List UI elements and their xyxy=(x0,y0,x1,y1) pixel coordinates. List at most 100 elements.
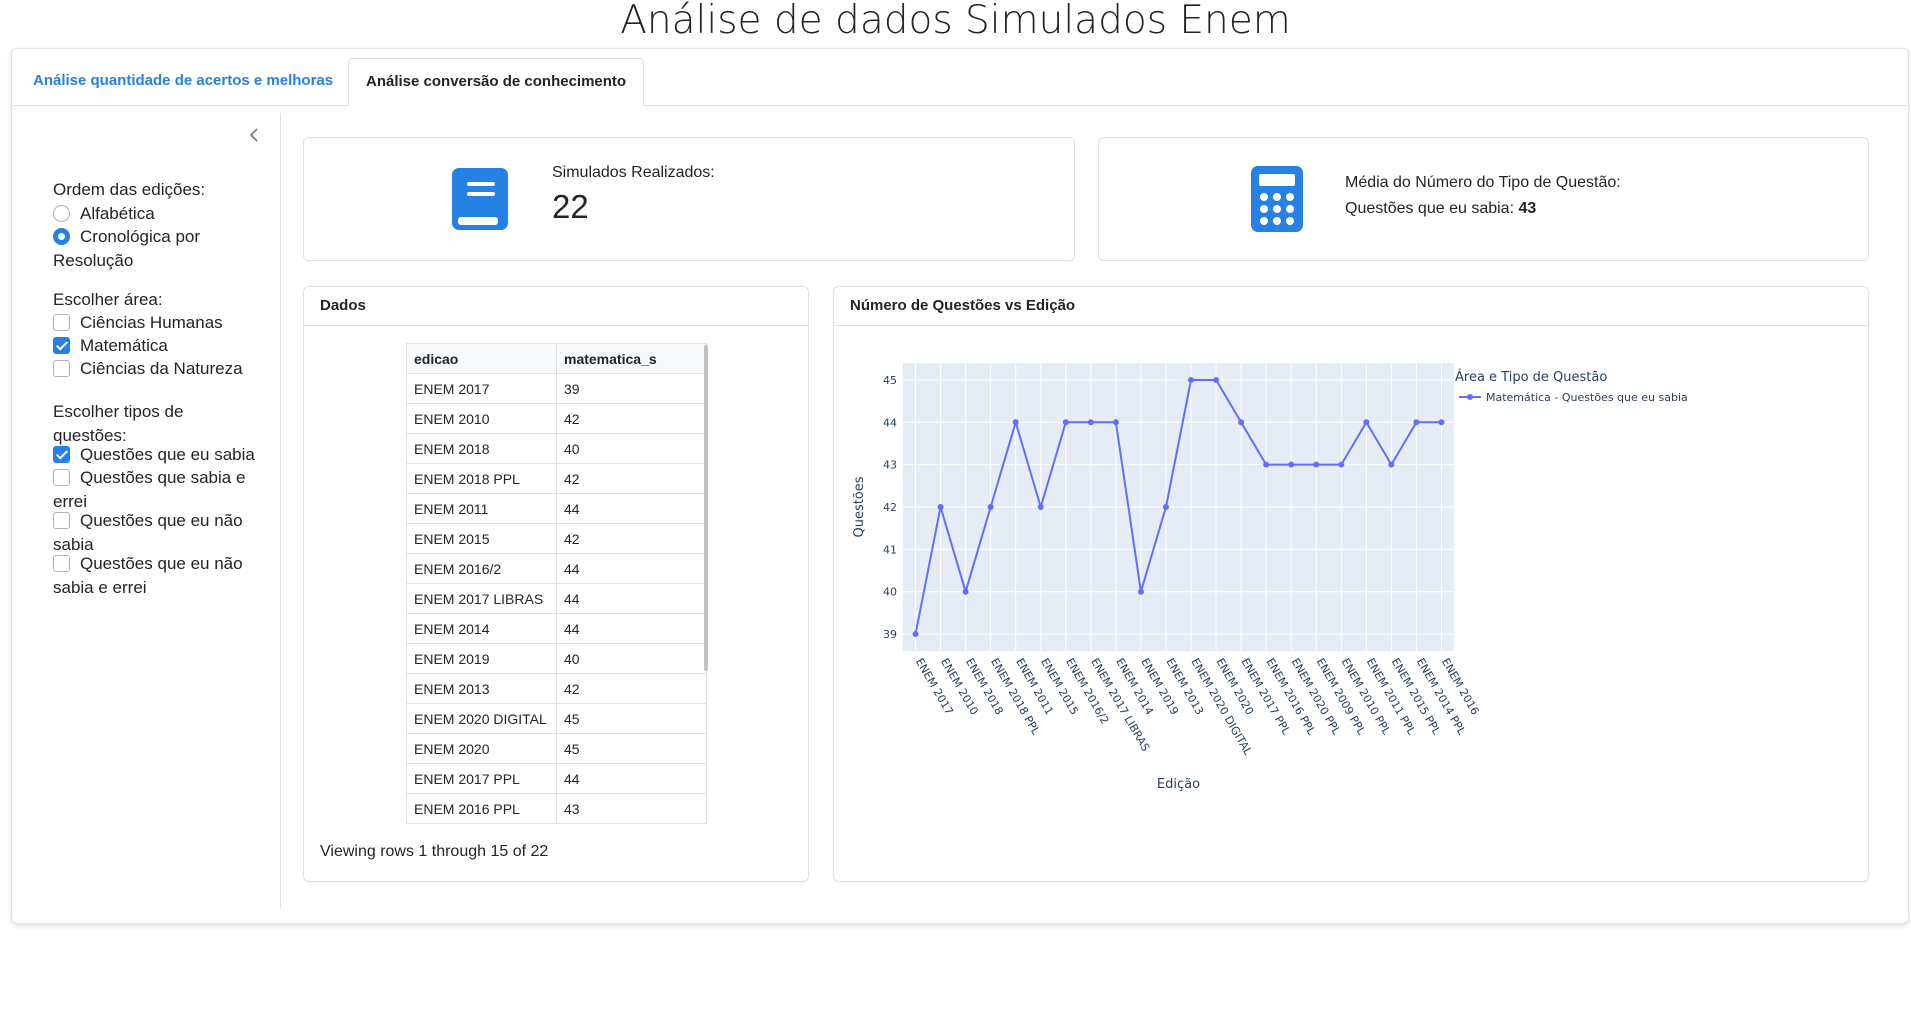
main-card: Análise quantidade de acertos e melhoras… xyxy=(11,48,1909,924)
table-row[interactable]: ENEM 2019 40 xyxy=(406,643,707,674)
media-line: Questões que eu sabia: 43 xyxy=(1345,200,1536,218)
data-table-card: Dados edicao matematica_s ENEM 2017 39 ENE… xyxy=(303,286,809,882)
page-title: Análise de dados Simulados Enem xyxy=(620,0,1291,43)
option-label: Ciências Humanas xyxy=(80,313,223,332)
type-option-sabia[interactable]: Questões que eu sabia xyxy=(53,443,268,467)
option-label: Questões que eu não sabia e errei xyxy=(53,554,243,597)
chart-header: Número de Questões vs Edição xyxy=(834,287,1868,326)
checkbox[interactable] xyxy=(53,360,70,377)
data-point xyxy=(1062,419,1069,426)
table-row[interactable]: ENEM 2016 PPL 43 xyxy=(406,793,707,824)
area-option-matematica[interactable]: Matemática xyxy=(53,334,268,358)
cell-edicao: ENEM 2013 xyxy=(406,673,557,704)
checkbox[interactable] xyxy=(53,555,70,572)
y-tick-label: 40 xyxy=(883,586,897,599)
table-row[interactable]: ENEM 2018 PPL 42 xyxy=(406,463,707,494)
cell-edicao: ENEM 2015 xyxy=(406,523,557,554)
tab-acertos-melhoras[interactable]: Análise quantidade de acertos e melhoras xyxy=(16,58,350,104)
media-title: Média do Número do Tipo de Questão: xyxy=(1345,174,1621,191)
type-option-nao-sabia[interactable]: Questões que eu não sabia xyxy=(53,509,258,557)
chart-card: Número de Questões vs Edição 39 40 41 42 43 4… xyxy=(833,286,1869,882)
area-option-humanas[interactable]: Ciências Humanas xyxy=(53,311,268,335)
legend-entry: Matemática - Questões que eu sabia xyxy=(1486,391,1688,404)
checkbox[interactable] xyxy=(53,469,70,486)
cell-edicao: ENEM 2017 PPL xyxy=(406,763,557,794)
y-tick-label: 43 xyxy=(883,459,897,472)
data-point xyxy=(1413,419,1420,426)
order-option-alfabetica[interactable]: Alfabética xyxy=(53,202,268,226)
data-point xyxy=(1162,504,1169,510)
table-scrollbar[interactable] xyxy=(704,345,708,671)
simulados-value: 22 xyxy=(552,188,589,225)
table-row[interactable]: ENEM 2014 44 xyxy=(406,613,707,644)
x-axis-title: Edição xyxy=(1157,777,1200,792)
cell-edicao: ENEM 2016 PPL xyxy=(406,793,557,824)
data-point xyxy=(962,588,969,595)
table-row[interactable]: ENEM 2018 40 xyxy=(406,433,707,464)
data-point xyxy=(1188,376,1195,383)
y-tick-label: 42 xyxy=(883,501,897,514)
y-tick-label: 45 xyxy=(883,374,897,387)
area-option-natureza[interactable]: Ciências da Natureza xyxy=(53,357,268,381)
cell-edicao: ENEM 2017 LIBRAS xyxy=(406,583,557,614)
option-label: Cronológica por Resolução xyxy=(53,227,201,270)
table-row[interactable]: ENEM 2013 42 xyxy=(406,673,707,704)
table-row[interactable]: ENEM 2011 44 xyxy=(406,493,707,524)
cell-matematica: 43 xyxy=(556,793,707,824)
radio-button[interactable] xyxy=(53,205,70,222)
data-point xyxy=(1288,461,1295,468)
column-header-edicao[interactable]: edicao xyxy=(406,343,557,374)
table-row[interactable]: ENEM 2017 39 xyxy=(406,373,707,404)
table-row[interactable]: ENEM 2017 PPL 44 xyxy=(406,763,707,794)
type-option-sabia-errei[interactable]: Questões que sabia e errei xyxy=(53,466,258,514)
table-row[interactable]: ENEM 2020 DIGITAL 45 xyxy=(406,703,707,734)
cell-matematica: 44 xyxy=(556,553,707,584)
calculator-icon xyxy=(1251,166,1303,237)
checkbox[interactable] xyxy=(53,314,70,331)
simulados-title: Simulados Realizados: xyxy=(552,164,715,181)
value-box-simulados: Simulados Realizados: 22 xyxy=(303,137,1075,261)
table-row[interactable]: ENEM 2017 LIBRAS 44 xyxy=(406,583,707,614)
types-label: Escolher tipos de questões: xyxy=(53,402,184,445)
tab-bar: Análise quantidade de acertos e melhoras… xyxy=(12,58,1908,106)
data-table: edicao matematica_s ENEM 2017 39 ENEM 2010… xyxy=(406,343,707,824)
checkbox[interactable] xyxy=(53,512,70,529)
radio-button-selected[interactable] xyxy=(53,228,70,245)
table-row[interactable]: ENEM 2010 42 xyxy=(406,403,707,434)
column-header-matematica[interactable]: matematica_s xyxy=(556,343,707,374)
option-label: Questões que sabia e errei xyxy=(53,468,246,511)
data-point xyxy=(987,504,994,510)
type-option-nao-sabia-errei[interactable]: Questões que eu não sabia e errei xyxy=(53,552,258,600)
chevron-left-icon[interactable] xyxy=(242,125,266,149)
y-tick-label: 41 xyxy=(883,543,897,556)
cell-edicao: ENEM 2018 xyxy=(406,433,557,464)
data-point xyxy=(1338,461,1345,468)
data-point xyxy=(1087,419,1094,426)
data-table-title: Dados xyxy=(320,297,366,314)
table-row[interactable]: ENEM 2016/2 44 xyxy=(406,553,707,584)
y-tick-label: 39 xyxy=(883,628,897,641)
tab-conversao-conhecimento[interactable]: Análise conversão de conhecimento xyxy=(348,58,645,106)
cell-matematica: 44 xyxy=(556,613,707,644)
cell-edicao: ENEM 2011 xyxy=(406,493,557,524)
cell-matematica: 44 xyxy=(556,763,707,794)
table-row[interactable]: ENEM 2015 42 xyxy=(406,523,707,554)
data-point xyxy=(1263,461,1270,468)
cell-matematica: 39 xyxy=(556,373,707,404)
option-label: Questões que eu não sabia xyxy=(53,511,243,554)
data-point xyxy=(1213,376,1220,383)
data-point xyxy=(1012,419,1019,426)
y-tick-label: 44 xyxy=(883,416,897,429)
cell-matematica: 45 xyxy=(556,703,707,734)
checkbox-checked[interactable] xyxy=(53,446,70,463)
checkbox-checked[interactable] xyxy=(53,337,70,354)
cell-edicao: ENEM 2014 xyxy=(406,613,557,644)
option-label: Ciências da Natureza xyxy=(80,359,243,378)
media-line-value: 43 xyxy=(1518,200,1537,217)
data-point xyxy=(937,504,944,510)
data-point xyxy=(1438,419,1445,426)
legend-marker xyxy=(1467,394,1473,400)
order-option-cronologica[interactable]: Cronológica por Resolução xyxy=(53,225,268,273)
table-row[interactable]: ENEM 2020 45 xyxy=(406,733,707,764)
y-axis-title: Questões xyxy=(852,476,867,537)
